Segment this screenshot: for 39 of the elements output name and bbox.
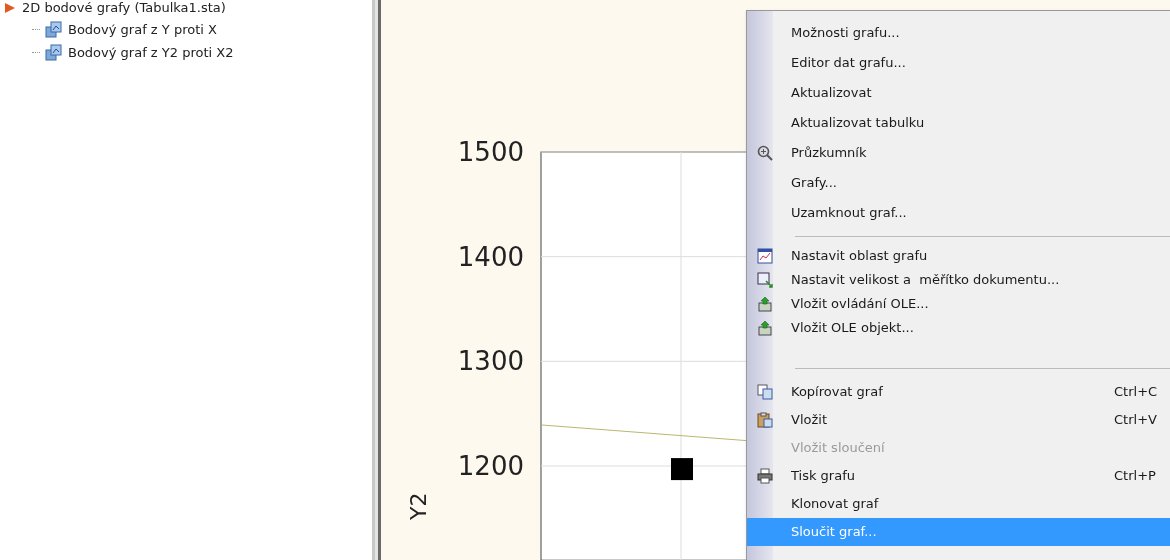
resize-document-icon <box>757 272 773 288</box>
y-tick-label: 1200 <box>457 451 524 481</box>
shortcut-label: Ctrl+V <box>1114 411 1158 430</box>
menu-item[interactable]: Průzkumník <box>747 138 1170 168</box>
y-tick-label: 1300 <box>457 346 524 377</box>
tree-item[interactable]: Bodový graf z Y2 proti X2 <box>68 42 234 63</box>
tree-item[interactable]: Bodový graf z Y proti X <box>68 19 217 40</box>
menu-item[interactable]: Editor dat grafu... <box>747 48 1170 78</box>
shortcut-label: Ctrl+C <box>1114 383 1159 402</box>
clipboard-icon <box>757 412 773 428</box>
menu-item[interactable]: Možnosti grafu... <box>747 18 1170 48</box>
menu-item[interactable]: Kopírovat graf Ctrl+C <box>747 378 1170 406</box>
menu-item[interactable]: Aktualizovat tabulku <box>747 108 1170 138</box>
chart-window-icon <box>757 248 773 264</box>
folder-arrow-icon <box>4 2 16 14</box>
data-point <box>671 458 693 481</box>
menu-item[interactable]: Grafy... <box>747 168 1170 198</box>
menu-item[interactable]: Uzamknout graf... <box>747 198 1170 228</box>
graph-document-icon <box>45 43 63 62</box>
splitter-bar[interactable] <box>372 0 381 560</box>
y-tick-label: 1500 <box>457 137 524 167</box>
box-arrow-icon <box>757 296 773 312</box>
box-arrow-icon <box>757 320 773 336</box>
menu-item[interactable]: Tisk grafu Ctrl+P <box>747 462 1170 490</box>
menu-item[interactable]: Aktualizovat <box>747 78 1170 108</box>
printer-icon <box>757 468 773 484</box>
magnifier-icon <box>757 145 773 161</box>
menu-item[interactable]: Vložit ovládání OLE... <box>747 292 1170 316</box>
tree-item[interactable]: 2D bodové grafy (Tabulka1.sta) <box>22 0 226 18</box>
shortcut-label: Ctrl+P <box>1114 467 1157 486</box>
y-tick-label: 1400 <box>457 241 524 272</box>
menu-item[interactable]: Vložit OLE objekt... <box>747 316 1170 340</box>
copy-icon <box>757 384 773 400</box>
y-axis-label: Y2 <box>406 492 431 520</box>
graph-document-icon <box>45 20 63 39</box>
menu-item[interactable]: Nastavit oblast grafu <box>747 244 1170 268</box>
menu-item[interactable]: Klonovat graf <box>747 490 1170 518</box>
menu-item[interactable]: Nastavit velikost a měřítko dokumentu... <box>747 268 1170 292</box>
menu-item[interactable]: Vložit Ctrl+V <box>747 406 1170 434</box>
